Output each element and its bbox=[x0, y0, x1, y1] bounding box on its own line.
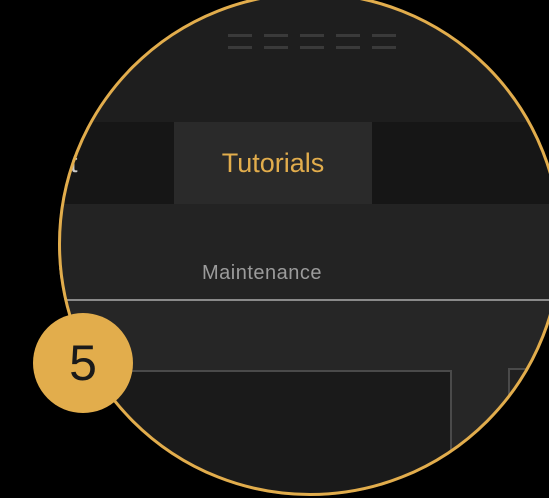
toolbar-placeholder-icons bbox=[228, 34, 398, 54]
tab-tutorials[interactable]: Tutorials bbox=[174, 122, 372, 204]
stage: ent Tutorials ting Maintenance 5 bbox=[0, 0, 549, 498]
tab-previous-label: ent bbox=[58, 147, 78, 178]
content-panel-secondary bbox=[508, 368, 549, 496]
lens-content: ent Tutorials ting Maintenance bbox=[58, 0, 549, 496]
subtab-bar bbox=[58, 204, 549, 300]
dash-icon bbox=[372, 34, 396, 37]
tab-previous[interactable]: ent bbox=[58, 122, 165, 204]
step-number-badge: 5 bbox=[33, 313, 133, 413]
dash-icon bbox=[264, 46, 288, 49]
dash-icon bbox=[228, 46, 252, 49]
content-panel bbox=[96, 370, 452, 496]
subtab-maintenance[interactable]: Maintenance bbox=[202, 262, 322, 285]
tab-tutorials-label: Tutorials bbox=[221, 147, 325, 178]
magnifier-lens: ent Tutorials ting Maintenance bbox=[58, 0, 549, 496]
dash-icon bbox=[372, 46, 396, 49]
subtab-previous[interactable]: ting bbox=[58, 262, 62, 285]
dash-icon bbox=[336, 46, 360, 49]
step-number: 5 bbox=[69, 335, 97, 391]
dash-icon bbox=[336, 34, 360, 37]
dash-icon bbox=[300, 34, 324, 37]
dash-icon bbox=[300, 46, 324, 49]
dash-icon bbox=[264, 34, 288, 37]
toolbar bbox=[58, 0, 549, 122]
dash-icon bbox=[228, 34, 252, 37]
